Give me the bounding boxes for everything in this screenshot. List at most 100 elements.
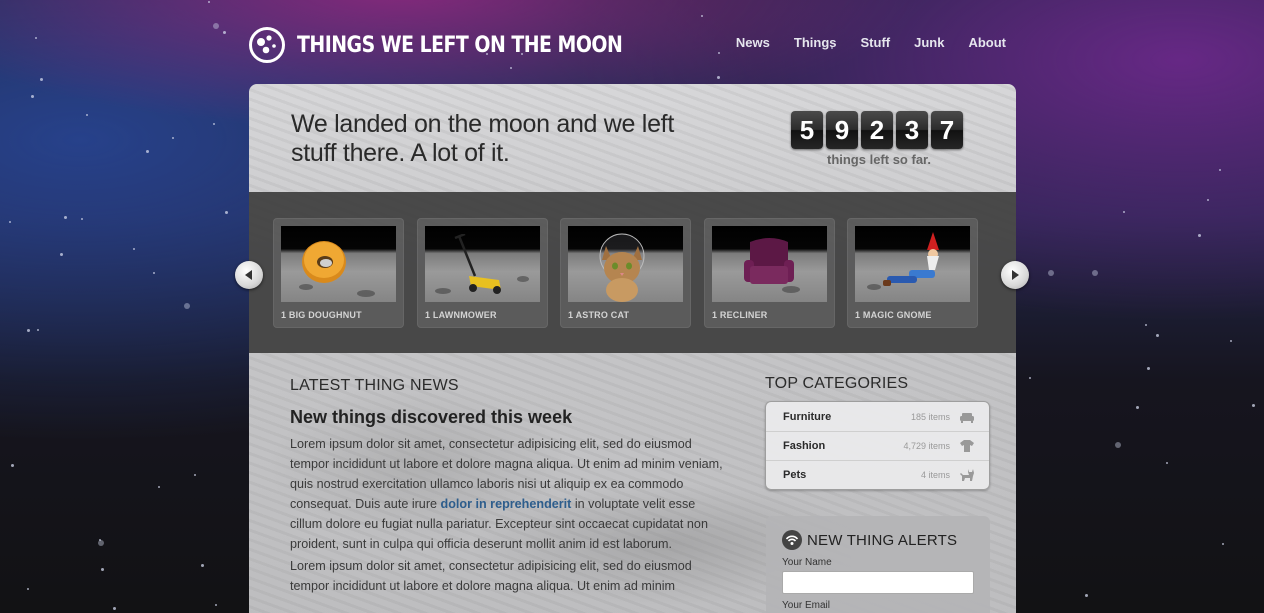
category-list: Furniture 185 items Fashion 4,729 items …: [765, 401, 990, 490]
carousel-item-recliner[interactable]: 1 RECLINER: [704, 218, 835, 328]
star: [215, 604, 218, 607]
star: [1207, 199, 1210, 202]
star: [1122, 211, 1125, 214]
star: [1091, 270, 1098, 277]
star: [171, 137, 174, 140]
alerts-title: NEW THING ALERTS: [807, 531, 958, 549]
alerts-header: NEW THING ALERTS: [782, 530, 974, 550]
carousel-item-label: 1 LAWNMOWER: [425, 310, 497, 320]
nav-stuff[interactable]: Stuff: [861, 35, 891, 50]
things-carousel: 1 BIG DOUGHNUT 1 LAWNMOWER 1 ASTRO CAT 1…: [249, 192, 1016, 353]
star: [8, 220, 11, 223]
news-paragraph: Lorem ipsum dolor sit amet, consectetur …: [290, 434, 730, 554]
moon-logo-icon: [249, 27, 285, 63]
top-categories: TOP CATEGORIES Furniture 185 items Fashi…: [765, 375, 990, 490]
star: [213, 122, 216, 125]
carousel-item-label: 1 ASTRO CAT: [568, 310, 630, 320]
carousel-item-magic-gnome[interactable]: 1 MAGIC GNOME: [847, 218, 978, 328]
news-paragraph: Lorem ipsum dolor sit amet, consectetur …: [290, 559, 692, 593]
rss-icon: [782, 530, 802, 550]
star: [36, 329, 39, 332]
carousel-item-doughnut[interactable]: 1 BIG DOUGHNUT: [273, 218, 404, 328]
star: [60, 252, 64, 256]
nav-things[interactable]: Things: [794, 35, 837, 50]
magic-gnome-thumbnail: [855, 226, 970, 302]
star: [100, 567, 104, 571]
star: [700, 14, 703, 17]
star: [1136, 405, 1140, 409]
star: [716, 75, 720, 79]
main-nav: News Things Stuff Junk About: [736, 35, 1006, 50]
star: [1084, 593, 1088, 597]
carousel-item-label: 1 RECLINER: [712, 310, 768, 320]
star: [152, 272, 155, 275]
star: [10, 463, 14, 467]
carousel-next-button[interactable]: [1001, 261, 1029, 289]
arrow-right-icon: [1012, 270, 1019, 280]
doughnut-icon: [302, 241, 346, 283]
star: [158, 486, 161, 489]
arrow-left-icon: [245, 270, 252, 280]
recliner-thumbnail: [712, 226, 827, 302]
name-field-label: Your Name: [782, 557, 832, 568]
star: [1251, 403, 1255, 407]
star: [30, 94, 34, 98]
star: [1115, 442, 1122, 449]
carousel-prev-button[interactable]: [235, 261, 263, 289]
star: [1165, 462, 1168, 465]
category-furniture[interactable]: Furniture 185 items: [766, 402, 989, 431]
carousel-item-astro-cat[interactable]: 1 ASTRO CAT: [560, 218, 691, 328]
category-count: 4,729 items: [903, 441, 950, 451]
site-title: THINGS WE LEFT ON THE MOON: [297, 32, 623, 58]
star: [132, 248, 135, 251]
category-fashion[interactable]: Fashion 4,729 items: [766, 431, 989, 460]
new-thing-alerts: NEW THING ALERTS Your Name Your Email: [766, 516, 990, 613]
astro-cat-icon: [599, 233, 645, 302]
section-title: TOP CATEGORIES: [765, 375, 909, 392]
counter-digits: 5 9 2 3 7: [791, 111, 967, 149]
counter-digit: 2: [861, 111, 893, 149]
star: [208, 0, 211, 3]
nav-about[interactable]: About: [968, 35, 1006, 50]
sofa-icon: [960, 412, 974, 423]
email-field-label: Your Email: [782, 600, 830, 611]
star: [1229, 340, 1232, 343]
star: [509, 66, 512, 69]
star: [27, 588, 30, 591]
tshirt-icon: [960, 440, 974, 452]
carousel-item-lawnmower[interactable]: 1 LAWNMOWER: [417, 218, 548, 328]
star: [26, 329, 30, 333]
star: [99, 538, 102, 541]
news-heading[interactable]: New things discovered this week: [290, 407, 730, 428]
star: [1198, 234, 1202, 238]
category-name: Fashion: [783, 440, 826, 452]
nav-news[interactable]: News: [736, 35, 770, 50]
news-inline-link[interactable]: dolor in reprehenderit: [441, 497, 572, 511]
counter-label: things left so far.: [826, 152, 931, 167]
star: [64, 215, 68, 219]
lawnmower-thumbnail: [425, 226, 540, 302]
name-field[interactable]: [782, 571, 974, 594]
star: [201, 564, 205, 568]
counter-digit: 3: [896, 111, 928, 149]
magic-gnome-icon: [883, 232, 939, 286]
star: [81, 218, 84, 221]
counter-digit: 7: [931, 111, 963, 149]
star: [145, 149, 149, 153]
counter-digit: 5: [791, 111, 823, 149]
star: [213, 22, 220, 29]
star: [194, 473, 197, 476]
site-logo[interactable]: THINGS WE LEFT ON THE MOON: [248, 26, 675, 64]
site-header: THINGS WE LEFT ON THE MOON News Things S…: [248, 24, 1016, 66]
nav-junk[interactable]: Junk: [914, 35, 944, 50]
category-pets[interactable]: Pets 4 items: [766, 460, 989, 489]
star: [97, 540, 104, 547]
star: [1219, 169, 1222, 172]
star: [1029, 376, 1032, 379]
carousel-item-label: 1 MAGIC GNOME: [855, 310, 932, 320]
star: [1156, 334, 1160, 338]
recliner-icon: [744, 238, 794, 284]
star: [222, 30, 226, 34]
category-count: 185 items: [910, 411, 950, 422]
astro-cat-thumbnail: [568, 226, 683, 302]
